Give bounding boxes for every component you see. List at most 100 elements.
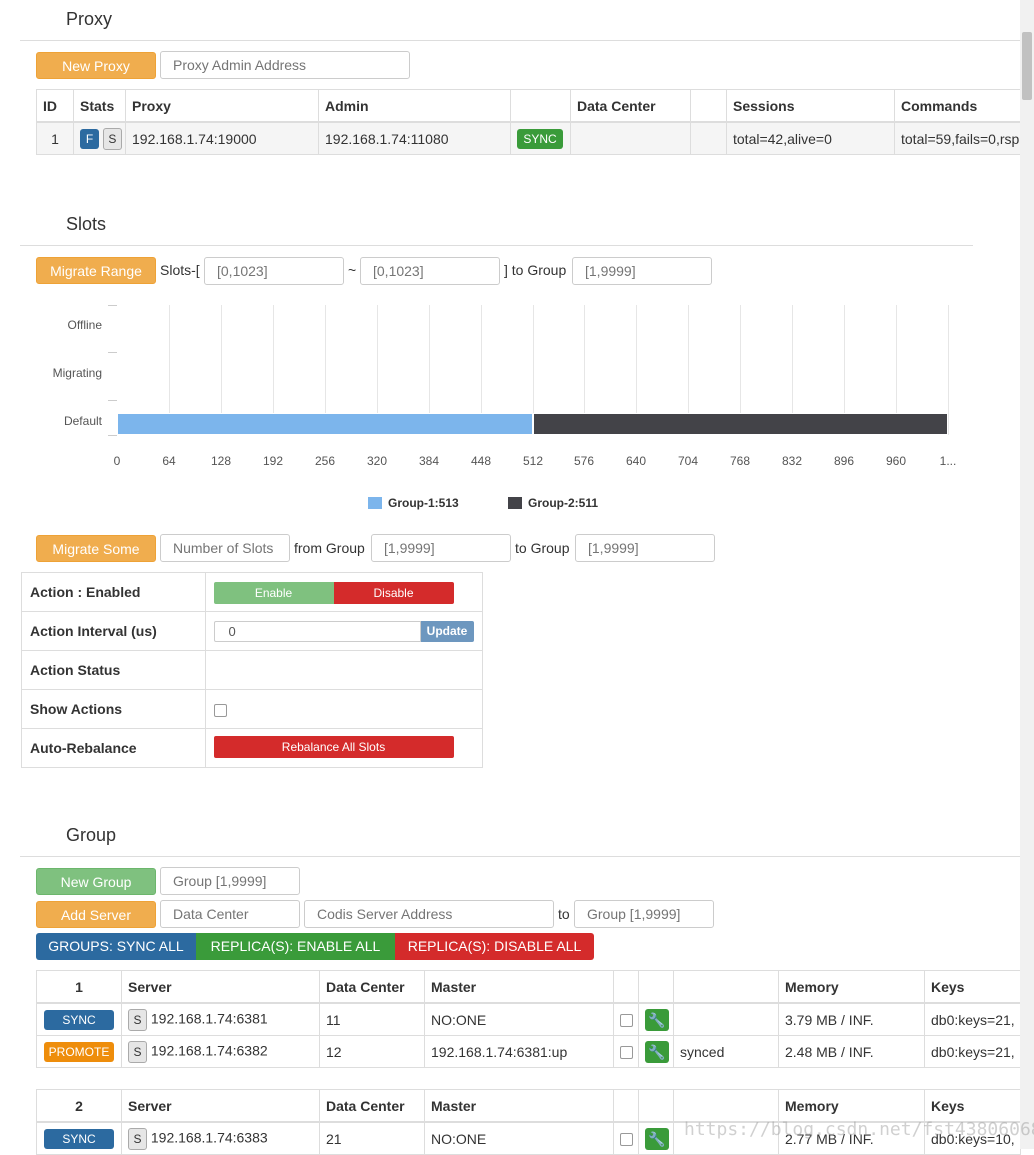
show-actions-label: Show Actions [21,689,206,729]
table-row: PROMOTE S 192.168.1.74:6382 12 192.168.1… [36,1035,1021,1068]
col-admin: Admin [318,89,511,123]
server-address: 192.168.1.74:6381 [150,1010,268,1027]
disable-button[interactable]: Disable [333,581,454,604]
x-tick-label: 960 [885,454,907,468]
wrench-icon[interactable]: 🔧 [645,1008,669,1031]
server-status: synced [673,1035,779,1068]
sync-button[interactable]: SYNC [44,1009,114,1030]
server-tool-cell: 🔧 [638,1121,674,1155]
server-stats-s-button[interactable]: S [128,1008,147,1031]
stats-f-button[interactable]: F [80,128,99,149]
new-group-button[interactable]: New Group [36,868,156,895]
wrench-icon[interactable]: 🔧 [645,1127,669,1150]
action-interval-input[interactable]: 0 [213,620,421,642]
groups-sync-all-button[interactable]: GROUPS: SYNC ALL [36,933,196,960]
server-check-cell [613,1121,639,1155]
server-checkbox[interactable] [620,1133,633,1147]
watermark-text: https://blog.csdn.net/fst438060684 [684,1119,1034,1140]
range-from-input[interactable] [204,257,344,285]
num-slots-input[interactable] [160,534,290,562]
col-server: Server [121,970,320,1004]
gridline [429,305,430,435]
to-group-input[interactable] [575,534,715,562]
stats-s-button[interactable]: S [102,127,122,150]
server-checkbox[interactable] [620,1014,633,1028]
migrate-range-button[interactable]: Migrate Range [36,257,156,284]
gridline [533,305,534,435]
col-commands: Commands [894,89,1021,123]
data-center-input[interactable] [160,900,300,928]
gridline [792,305,793,435]
sync-button[interactable]: SYNC [44,1128,114,1149]
enable-button[interactable]: Enable [213,581,334,604]
col-status [673,970,779,1004]
server-checkbox[interactable] [620,1046,633,1060]
auto-rebalance-cell: Rebalance All Slots [205,728,483,768]
proxy-data-center [570,121,691,155]
rebalance-all-slots-button[interactable]: Rebalance All Slots [213,735,454,758]
col-sessions: Sessions [726,89,895,123]
col-memory: Memory [778,970,925,1004]
server-master: 192.168.1.74:6381:up [424,1035,614,1068]
gridline [273,305,274,435]
col-id: ID [36,89,74,123]
server-master: NO:ONE [424,1121,614,1155]
col-memory: Memory [778,1089,925,1123]
replica-enable-all-button[interactable]: REPLICA(S): ENABLE ALL [196,933,395,960]
migrate-some-button[interactable]: Migrate Some [36,535,156,562]
col-proxy: Proxy [125,89,319,123]
x-tick-label: 0 [113,454,121,468]
legend-swatch-group-1 [368,497,382,509]
server-stats-s-button[interactable]: S [128,1040,147,1063]
wrench-icon[interactable]: 🔧 [645,1040,669,1063]
vertical-scrollbar[interactable] [1020,0,1034,1149]
add-server-group-input[interactable] [574,900,714,928]
range-group-input[interactable] [572,257,712,285]
interval-update-button[interactable]: Update [420,620,474,642]
proxy-admin-input[interactable] [160,51,410,79]
category-label-default: Default [63,414,102,428]
range-to-input[interactable] [360,257,500,285]
to-group-label-2: to Group [515,540,570,556]
scrollbar-thumb[interactable] [1022,32,1032,100]
action-controls-table: Action : Enabled Enable Disable Action I… [21,572,483,768]
proxy-divider [20,40,1020,41]
new-group-input[interactable] [160,867,300,895]
server-master: NO:ONE [424,1002,614,1036]
new-proxy-button[interactable]: New Proxy [36,52,156,79]
col-tool [638,1089,674,1123]
from-group-input[interactable] [371,534,511,562]
bar-group-2[interactable] [533,413,948,435]
show-actions-checkbox[interactable] [214,703,227,717]
server-cell: S 192.168.1.74:6382 [121,1035,320,1068]
col-sync [510,89,571,123]
group-header-row: 2 Server Data Center Master Memory Keys [36,1089,1021,1123]
slots-title: Slots [66,214,107,234]
replica-disable-all-button[interactable]: REPLICA(S): DISABLE ALL [395,933,594,960]
add-server-button[interactable]: Add Server [36,901,156,928]
action-enabled-label: Action : Enabled [21,572,206,612]
gridline [896,305,897,435]
group-header-row: 1 Server Data Center Master Memory Keys [36,970,1021,1004]
group-divider [20,856,1020,857]
promote-button[interactable]: PROMOTE [44,1041,114,1062]
proxy-sync-button[interactable]: SYNC [517,128,563,149]
server-check-cell [613,1035,639,1068]
server-memory: 3.79 MB / INF. [778,1002,925,1036]
legend-label-group-1: Group-1:513 [388,496,459,510]
x-tick-label: 832 [781,454,803,468]
bar-group-1[interactable] [117,413,533,435]
server-check-cell [613,1002,639,1036]
codis-server-input[interactable] [304,900,554,928]
group-table-1: 1 Server Data Center Master Memory Keys … [36,970,1021,1068]
action-toggle-cell: Enable Disable [205,572,483,612]
server-stats-s-button[interactable]: S [128,1127,147,1150]
gridline [948,305,949,435]
row-action-cell: SYNC [36,1121,122,1155]
col-server: Server [121,1089,320,1123]
table-row: SYNC S 192.168.1.74:6381 11 NO:ONE 🔧 3.7… [36,1002,1021,1036]
slots-divider [20,245,973,246]
show-actions-cell [205,689,483,729]
col-check [613,970,639,1004]
gridline [377,305,378,435]
